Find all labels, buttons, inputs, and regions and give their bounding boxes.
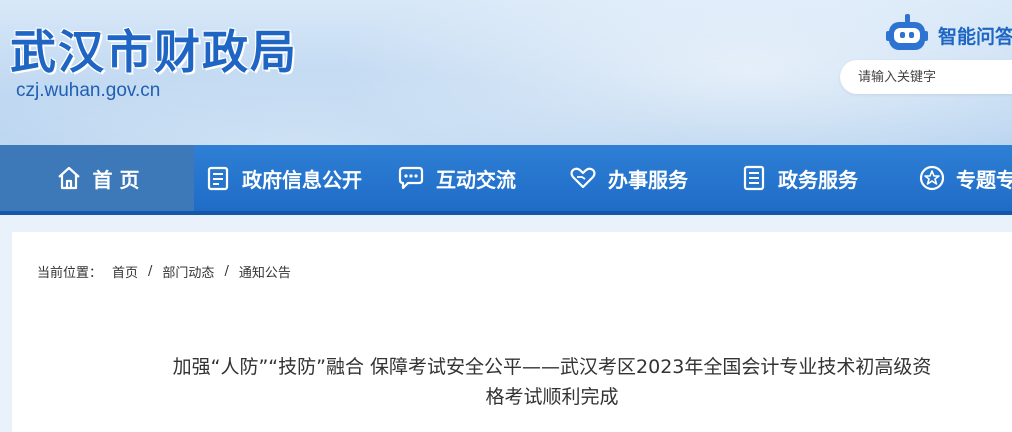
breadcrumb: 当前位置： 首页 / 部门动态 / 通知公告 (37, 262, 291, 281)
chat-icon (398, 166, 424, 190)
content-panel: 当前位置： 首页 / 部门动态 / 通知公告 加强“人防”“技防”融合 保障考试… (12, 232, 1012, 432)
service-list-icon (743, 165, 765, 191)
article-title-line-1: 加强“人防”“技防”融合 保障考试安全公平——武汉考区2023年全国会计专业技术… (172, 356, 932, 378)
heart-hand-icon (570, 167, 596, 189)
document-icon (207, 166, 229, 191)
nav-item-label: 互动交流 (436, 167, 516, 192)
nav-item-label: 专题专栏 (956, 167, 1012, 192)
home-icon (57, 166, 80, 190)
nav-item-home[interactable]: 首 页 (0, 145, 194, 211)
breadcrumb-link-dept-news[interactable]: 部门动态 (162, 262, 214, 281)
nav-item-label: 政府信息公开 (242, 167, 362, 192)
nav-item-label: 首 页 (92, 167, 140, 192)
breadcrumb-link-notices[interactable]: 通知公告 (239, 262, 291, 281)
breadcrumb-prefix: 当前位置： (37, 266, 103, 281)
breadcrumb-separator: / (224, 264, 229, 279)
article-title: 加强“人防”“技防”融合 保障考试安全公平——武汉考区2023年全国会计专业技术… (72, 352, 1012, 412)
site-header: 武汉市财政局 czj.wuhan.gov.cn 智能问答 (0, 0, 1012, 145)
search-box[interactable] (840, 60, 1012, 94)
search-input[interactable] (840, 60, 1010, 94)
site-url: czj.wuhan.gov.cn (16, 80, 161, 101)
star-icon (919, 165, 945, 191)
main-nav: 首 页 政府信息公开 互动交流 办事服务 政务服务 专题专 (0, 145, 1012, 215)
nav-item-special-topics[interactable]: 专题专栏 (918, 145, 1012, 211)
nav-item-label: 办事服务 (608, 167, 688, 192)
site-logo-title[interactable]: 武汉市财政局 (10, 16, 298, 82)
nav-item-services[interactable]: 办事服务 (568, 145, 688, 211)
breadcrumb-link-home[interactable]: 首页 (112, 262, 138, 281)
nav-item-label: 政务服务 (778, 167, 858, 192)
breadcrumb-separator: / (148, 264, 153, 279)
nav-item-interaction[interactable]: 互动交流 (396, 145, 516, 211)
nav-item-gov-services[interactable]: 政务服务 (740, 145, 858, 211)
article-title-line-2: 格考试顺利完成 (485, 386, 619, 408)
robot-icon[interactable] (886, 14, 928, 54)
nav-item-gov-info[interactable]: 政府信息公开 (204, 145, 362, 211)
ai-assistant-link[interactable]: 智能问答 (938, 22, 1012, 49)
